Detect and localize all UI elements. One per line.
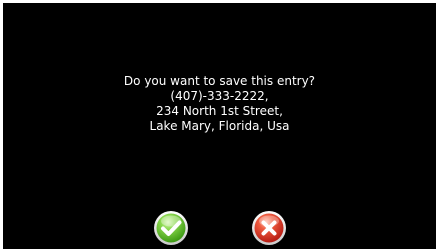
phone-number: (407)-333-2222, bbox=[170, 89, 269, 103]
street-address: 234 North 1st Street, bbox=[156, 104, 283, 118]
confirm-save-button[interactable] bbox=[153, 210, 189, 248]
x-icon bbox=[252, 211, 286, 245]
city-state-country: Lake Mary, Florida, Usa bbox=[149, 119, 290, 133]
save-entry-dialog: Do you want to save this entry? (407)-33… bbox=[3, 3, 436, 249]
dialog-question: Do you want to save this entry? bbox=[123, 74, 316, 88]
cancel-save-button[interactable] bbox=[251, 210, 287, 248]
dialog-message: Do you want to save this entry? (407)-33… bbox=[3, 74, 436, 134]
checkmark-icon bbox=[154, 211, 188, 245]
